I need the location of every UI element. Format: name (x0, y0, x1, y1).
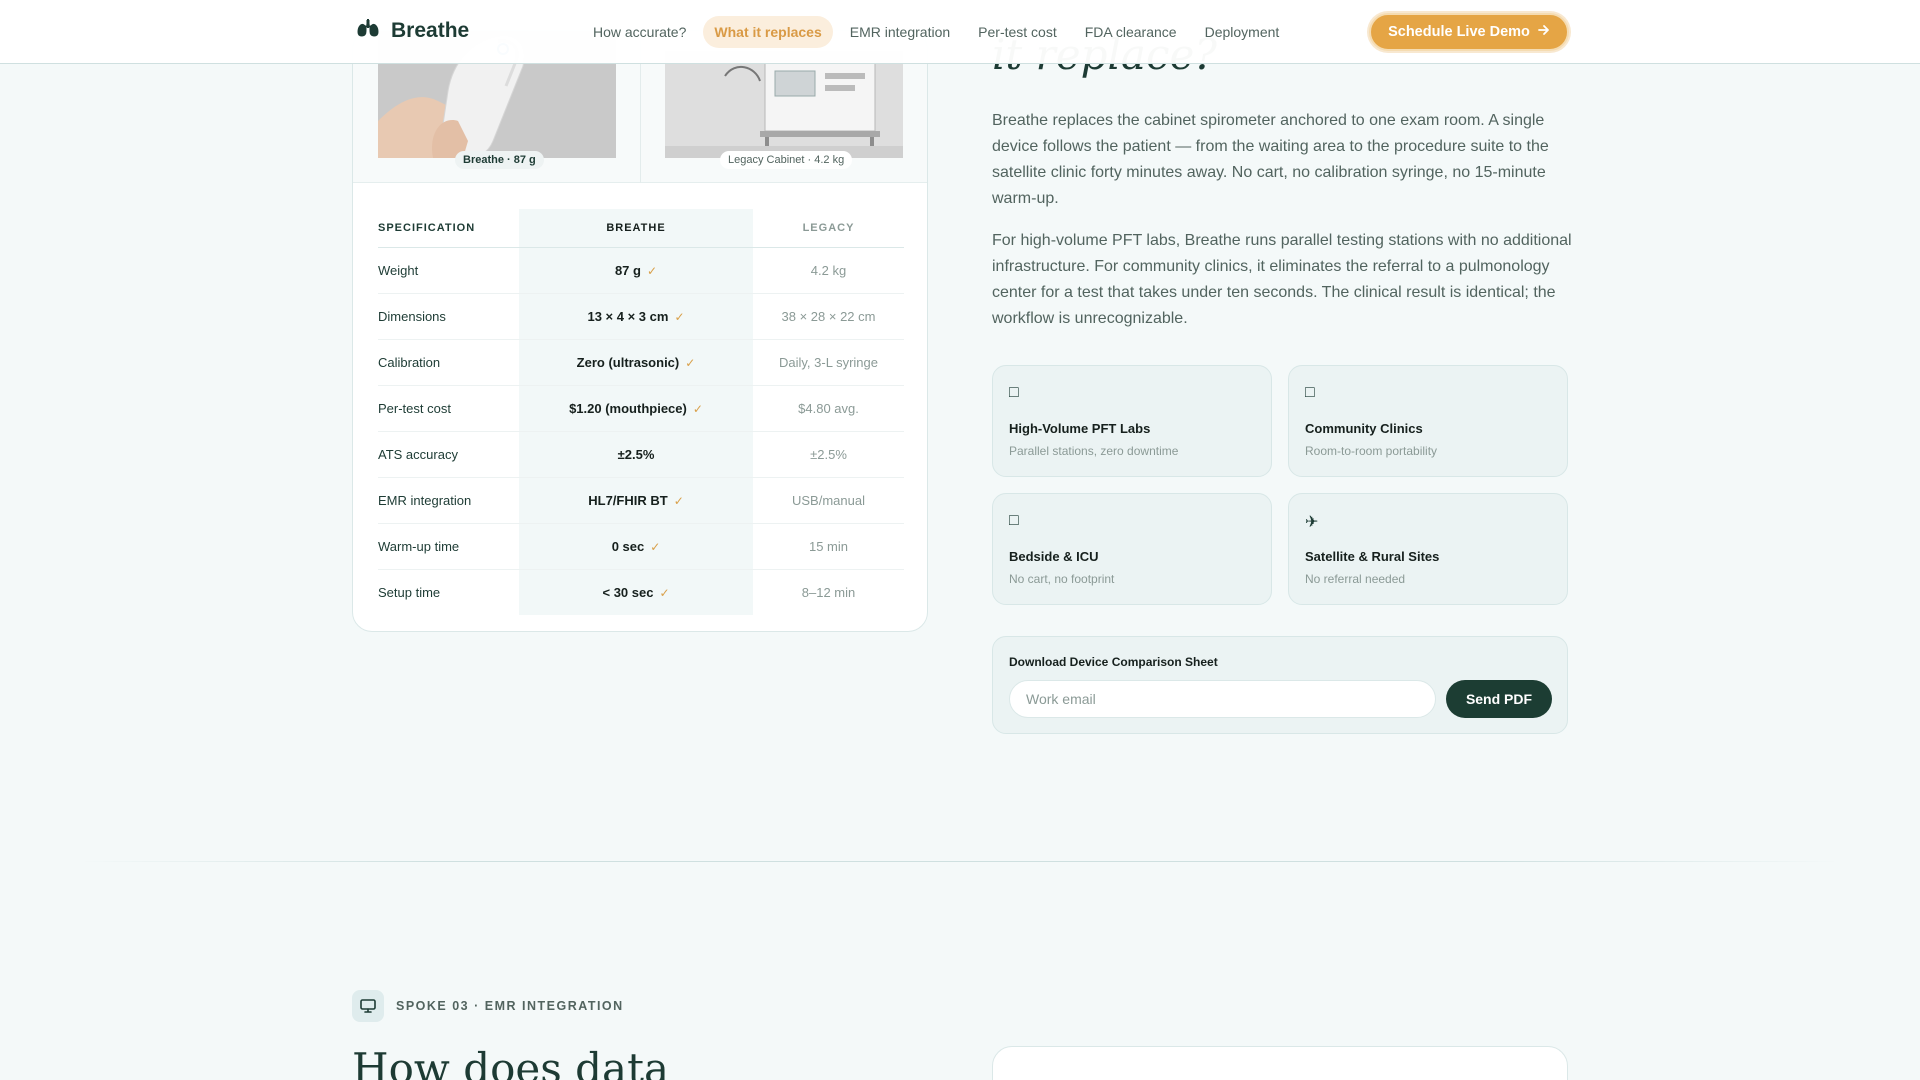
breathe-value: 87 g (614, 262, 641, 278)
send-pdf-button[interactable]: Send PDF (1446, 680, 1552, 718)
square-icon: □ (1305, 384, 1315, 401)
breathe-value: Zero (ultrasonic) (576, 354, 680, 370)
breathe-value: ±2.5% (617, 446, 655, 462)
feature-title: Bedside & ICU (1009, 549, 1099, 564)
breathe-value: $1.20 (mouthpiece) (569, 400, 687, 416)
legacy-value-cell: 38 × 28 × 22 cm (753, 293, 904, 340)
table-row: Calibration Zero (ultrasonic) ✓ Daily, 3-L … (378, 339, 904, 386)
table-header-row: SPECIFICATION BREATHE LEGACY (378, 209, 904, 248)
header-legacy: LEGACY (753, 209, 904, 248)
feature-subtitle: No cart, no footprint (1009, 572, 1115, 586)
table-row: EMR integration HL7/FHIR BT ✓ USB/manual (378, 477, 904, 524)
legacy-value-cell: 8–12 min (801, 584, 856, 600)
nav-link-fda-clearance[interactable]: FDA clearance (1074, 16, 1188, 48)
legacy-value-cell: USB/manual (753, 477, 904, 524)
breathe-value-cell: Zero (ultrasonic) ✓ (519, 339, 753, 386)
feature-subtitle: No referral needed (1305, 572, 1406, 586)
breathe-value-cell: $1.20 (mouthpiece) ✓ (519, 385, 753, 432)
breathe-value-cell: HL7/FHIR BT ✓ (519, 477, 753, 524)
emr-card (992, 1046, 1568, 1080)
intro-paragraph: Breathe replaces the cabinet spirometer … (992, 112, 1549, 207)
table-row: Per-test cost $1.20 (mouthpiece) ✓ $4.80 av… (378, 385, 904, 432)
table-row: Dimensions 13 × 4 × 3 cm ✓ 38 × 28 × 22 cm (378, 293, 904, 340)
schedule-demo-button[interactable]: Schedule Live Demo (1369, 13, 1569, 51)
header-breathe: BREATHE (519, 209, 753, 248)
header-specification: SPECIFICATION (378, 209, 519, 248)
feature-card-pft-labs: □ High-Volume PFT Labs Parallel stations… (992, 365, 1272, 477)
check-icon: ✓ (659, 585, 670, 600)
nav-link-emr-integration[interactable]: EMR integration (839, 16, 961, 48)
spec-name-cell: Calibration (378, 339, 519, 386)
work-email-input[interactable] (1009, 680, 1436, 718)
check-icon: ✓ (674, 309, 685, 324)
comparison-card: Breathe · 87 g Legacy Cabinet · 4.2 kg S… (352, 30, 928, 632)
breathe-photo-caption: Breathe · 87 g (455, 151, 544, 169)
table-body: Weight 87 g ✓ 4.2 kg Dimensions 13 × 4 × 3 cm… (378, 247, 904, 615)
table-row: ATS accuracy ±2.5% ±2.5% (378, 431, 904, 478)
feature-subtitle: Room-to-room portability (1305, 444, 1438, 458)
spec-name-cell: Dimensions (378, 293, 519, 340)
download-title: Download Device Comparison Sheet (1009, 655, 1218, 669)
breathe-value-cell: < 30 sec ✓ (519, 569, 753, 615)
feature-card-community-clinics: □ Community Clinics Room-to-room portabi… (1288, 365, 1568, 477)
airplane-icon: ✈ (1305, 514, 1319, 531)
spec-name-cell: EMR integration (378, 477, 519, 524)
breathe-value-cell: 0 sec ✓ (519, 523, 753, 570)
square-icon: □ (1009, 384, 1019, 401)
breathe-value-cell: 87 g ✓ (519, 247, 753, 294)
legacy-value-cell: Daily, 3-L syringe (753, 339, 904, 386)
breathe-value: < 30 sec (602, 584, 654, 600)
spoke-label: SPOKE 03 · EMR INTEGRATION (396, 999, 624, 1013)
monitor-icon (352, 990, 384, 1022)
brand-logo[interactable]: Breathe (357, 18, 469, 43)
legacy-value-cell: 4.2 kg (753, 247, 904, 294)
feature-card-bedside-icu: □ Bedside & ICU No cart, no footprint (992, 493, 1272, 605)
legacy-value-cell: 15 min (753, 523, 904, 570)
section-divider (80, 861, 1840, 862)
nav-link-how-accurate[interactable]: How accurate? (582, 16, 697, 48)
detail-paragraph: For high-volume PFT labs, Breathe runs p… (992, 232, 1572, 327)
spec-name-cell: ATS accuracy (378, 431, 519, 478)
square-icon: □ (1009, 512, 1019, 529)
nav-link-what-it-replaces[interactable]: What it replaces (703, 16, 833, 48)
feature-subtitle: Parallel stations, zero downtime (1009, 444, 1179, 458)
spec-name-cell: Weight (378, 247, 519, 294)
legacy-value-cell: $4.80 avg. (753, 385, 904, 432)
check-icon: ✓ (685, 355, 696, 370)
brand-name: Breathe (391, 18, 470, 42)
feature-card-satellite-rural: ✈ Satellite & Rural Sites No referral ne… (1288, 493, 1568, 605)
table-row: Weight 87 g ✓ 4.2 kg (378, 247, 904, 294)
nav-link-deployment[interactable]: Deployment (1194, 16, 1291, 48)
lungs-icon (357, 18, 379, 43)
feature-title: High-Volume PFT Labs (1009, 421, 1151, 436)
top-navbar: Breathe How accurate? What it replaces E… (0, 0, 1920, 64)
legacy-value-cell: ±2.5% (753, 431, 904, 478)
spec-name-cell: Warm-up time (378, 523, 519, 570)
check-icon: ✓ (646, 263, 658, 278)
download-comparison-form: Download Device Comparison Sheet Send PD… (992, 636, 1568, 734)
breathe-value: 0 sec (611, 538, 645, 554)
spec-name-cell: Per-test cost (378, 385, 519, 432)
nav-link-per-test-cost[interactable]: Per-test cost (967, 16, 1068, 48)
feature-title: Community Clinics (1305, 421, 1423, 436)
schedule-demo-label: Schedule Live Demo (1388, 24, 1530, 40)
emr-section-heading: How does data (352, 1044, 669, 1080)
arrow-right-icon (1538, 24, 1550, 40)
breathe-value: HL7/FHIR BT (588, 492, 668, 508)
feature-title: Satellite & Rural Sites (1305, 549, 1440, 564)
breathe-value-cell: 13 × 4 × 3 cm ✓ (519, 293, 753, 340)
nav-links: How accurate? What it replaces EMR integ… (582, 16, 1296, 48)
table-row: Setup time < 30 sec ✓ 8–12 min (378, 569, 904, 615)
check-icon: ✓ (650, 539, 661, 554)
legacy-photo-caption: Legacy Cabinet · 4.2 kg (720, 151, 853, 169)
breathe-value-cell: ±2.5% (519, 431, 753, 478)
breathe-value: 13 × 4 × 3 cm (587, 308, 669, 324)
spec-comparison-table: SPECIFICATION BREATHE LEGACY Weight 87 g ✓… (378, 209, 904, 615)
spec-name-cell: Setup time (378, 584, 441, 600)
table-row: Warm-up time 0 sec ✓ 15 min (378, 523, 904, 570)
check-icon: ✓ (673, 493, 684, 508)
check-icon: ✓ (692, 401, 703, 416)
